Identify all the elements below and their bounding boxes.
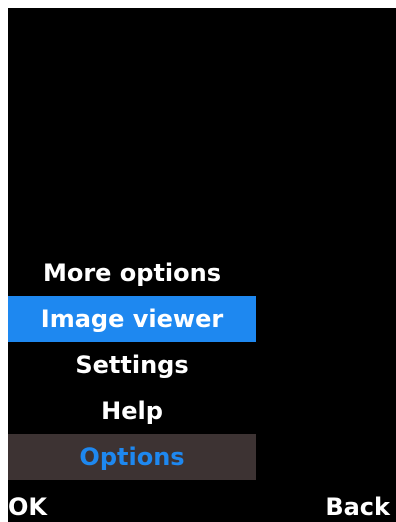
phone-screen: More options Image viewer Settings Help … [8,8,396,522]
menu-title: Options [79,443,185,471]
back-softkey[interactable]: Back [325,492,390,522]
menu-item-label: Help [101,397,163,425]
menu-item-label: More options [42,259,222,287]
options-menu: More options Image viewer Settings Help … [8,250,256,480]
menu-item-label: Settings [75,351,189,379]
menu-item-help[interactable]: Help [8,388,256,434]
menu-title-bar: Options [8,434,256,480]
ok-softkey[interactable]: OK [8,492,47,522]
menu-item-label: Image viewer [40,305,224,333]
menu-item-image-viewer[interactable]: Image viewer [8,296,256,342]
menu-item-more-options[interactable]: More options [8,250,256,296]
menu-item-settings[interactable]: Settings [8,342,256,388]
softkey-bar: OK Back [8,492,396,522]
